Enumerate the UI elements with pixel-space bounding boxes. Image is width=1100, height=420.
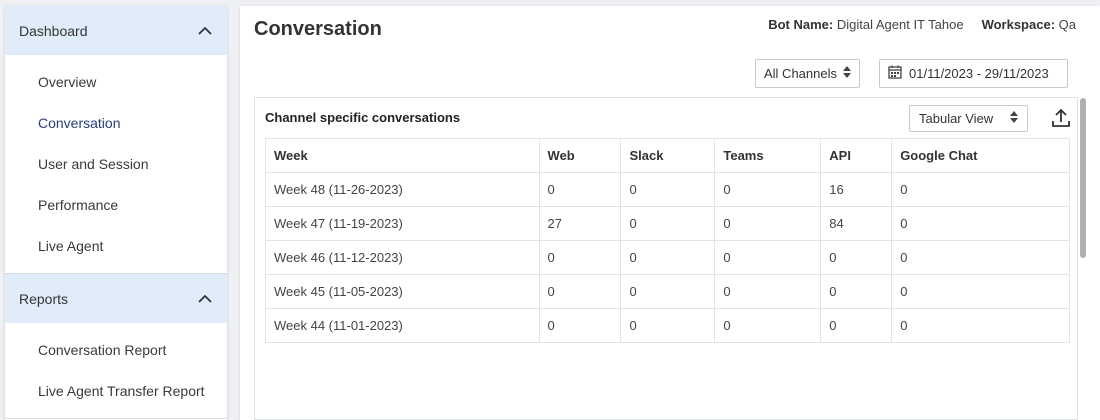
date-range-value: 01/11/2023 - 29/11/2023	[909, 66, 1049, 81]
date-range-picker[interactable]: 01/11/2023 - 29/11/2023	[879, 59, 1068, 88]
main-panel: Conversation Bot Name: Digital Agent IT …	[240, 6, 1100, 420]
chevron-up-icon[interactable]	[197, 291, 213, 307]
sidebar-item-conversation-report[interactable]: Conversation Report	[5, 330, 227, 371]
table-cell: Week 45 (11-05-2023)	[265, 274, 540, 309]
sidebar-item-live-agent-transfer-report[interactable]: Live Agent Transfer Report	[5, 371, 227, 412]
sort-arrows-icon	[843, 66, 851, 81]
sidebar-section-items: Overview Conversation User and Session P…	[5, 55, 227, 273]
table-cell: 16	[820, 172, 893, 207]
table-cell: 0	[891, 206, 1070, 241]
table-cell: 0	[714, 172, 822, 207]
table-row: Week 48 (11-26-2023) 0 0 0 16 0	[265, 172, 1070, 207]
table-cell: Week 46 (11-12-2023)	[265, 240, 540, 275]
table-row: Week 47 (11-19-2023) 27 0 0 84 0	[265, 206, 1070, 241]
table-cell: Week 44 (11-01-2023)	[265, 308, 540, 343]
table-cell: 0	[820, 274, 893, 309]
table-cell: 0	[620, 172, 716, 207]
channel-conversations-card: Channel specific conversations Tabular V…	[254, 97, 1086, 420]
column-header-api[interactable]: API	[820, 138, 893, 173]
sort-arrows-icon	[1010, 111, 1018, 126]
table-cell: 0	[891, 240, 1070, 275]
table-cell: 0	[538, 172, 622, 207]
column-header-web[interactable]: Web	[538, 138, 622, 173]
sidebar-item-conversation[interactable]: Conversation	[5, 103, 227, 144]
sidebar-section-title: Dashboard	[19, 22, 88, 39]
sidebar-section-dashboard[interactable]: Dashboard	[5, 6, 227, 55]
table-row: Week 44 (11-01-2023) 0 0 0 0 0	[265, 308, 1070, 343]
sidebar-section-items: Conversation Report Live Agent Transfer …	[5, 323, 227, 418]
sidebar-section-reports[interactable]: Reports	[5, 274, 227, 323]
table-cell: 0	[891, 308, 1070, 343]
sidebar-item-overview[interactable]: Overview	[5, 62, 227, 103]
sidebar-divider	[5, 418, 227, 419]
column-header-teams[interactable]: Teams	[714, 138, 822, 173]
table-cell: 84	[820, 206, 893, 241]
table-cell: 0	[714, 206, 822, 241]
table-cell: 0	[620, 240, 716, 275]
sidebar-item-user-and-session[interactable]: User and Session	[5, 144, 227, 185]
sidebar-item-live-agent[interactable]: Live Agent	[5, 226, 227, 267]
table-header-row: Week Web Slack Teams API Google Chat	[265, 138, 1070, 173]
workspace-value: Qa	[1058, 17, 1076, 32]
table-cell: 0	[538, 308, 622, 343]
sidebar-section-title: Reports	[19, 290, 69, 307]
column-header-slack[interactable]: Slack	[620, 138, 716, 173]
table-cell: 0	[820, 240, 893, 275]
workspace: Workspace: Qa	[982, 17, 1076, 32]
bot-meta: Bot Name: Digital Agent IT Tahoe Workspa…	[768, 17, 1076, 32]
workspace-label: Workspace:	[981, 17, 1056, 32]
table-cell: Week 48 (11-26-2023)	[265, 172, 540, 207]
table-cell: 0	[620, 206, 716, 241]
table-cell: 0	[820, 308, 893, 343]
view-select[interactable]: Tabular View	[909, 105, 1028, 132]
table-cell: 0	[620, 308, 716, 343]
table-cell: 0	[620, 274, 716, 309]
column-header-week[interactable]: Week	[265, 138, 540, 173]
table-row: Week 46 (11-12-2023) 0 0 0 0 0	[265, 240, 1070, 275]
bot-name-value: Digital Agent IT Tahoe	[836, 17, 964, 32]
page-title: Conversation	[254, 18, 382, 40]
calendar-icon	[888, 65, 902, 82]
view-select-value: Tabular View	[919, 111, 994, 126]
table-cell: 0	[714, 308, 822, 343]
sidebar-item-performance[interactable]: Performance	[5, 185, 227, 226]
sidebar: Dashboard Overview Conversation User and…	[5, 6, 227, 420]
table-cell: 0	[891, 172, 1070, 207]
table-row: Week 45 (11-05-2023) 0 0 0 0 0	[265, 274, 1070, 309]
bot-name: Bot Name: Digital Agent IT Tahoe	[768, 17, 963, 32]
bot-name-label: Bot Name:	[768, 17, 834, 32]
channel-select[interactable]: All Channels	[755, 59, 860, 88]
table-cell: 0	[891, 274, 1070, 309]
channel-select-value: All Channels	[764, 66, 837, 81]
table-cell: 0	[538, 274, 622, 309]
conversations-table: Week Web Slack Teams API Google Chat Wee…	[265, 138, 1070, 343]
chevron-up-icon[interactable]	[197, 23, 213, 39]
table-cell: 27	[538, 206, 622, 241]
table-cell: Week 47 (11-19-2023)	[265, 206, 540, 241]
column-header-google-chat[interactable]: Google Chat	[891, 138, 1070, 173]
table-cell: 0	[714, 240, 822, 275]
vertical-scrollbar[interactable]	[1080, 98, 1086, 258]
export-upload-icon[interactable]	[1049, 106, 1073, 130]
table-cell: 0	[714, 274, 822, 309]
card-title: Channel specific conversations	[265, 110, 461, 125]
table-cell: 0	[538, 240, 622, 275]
